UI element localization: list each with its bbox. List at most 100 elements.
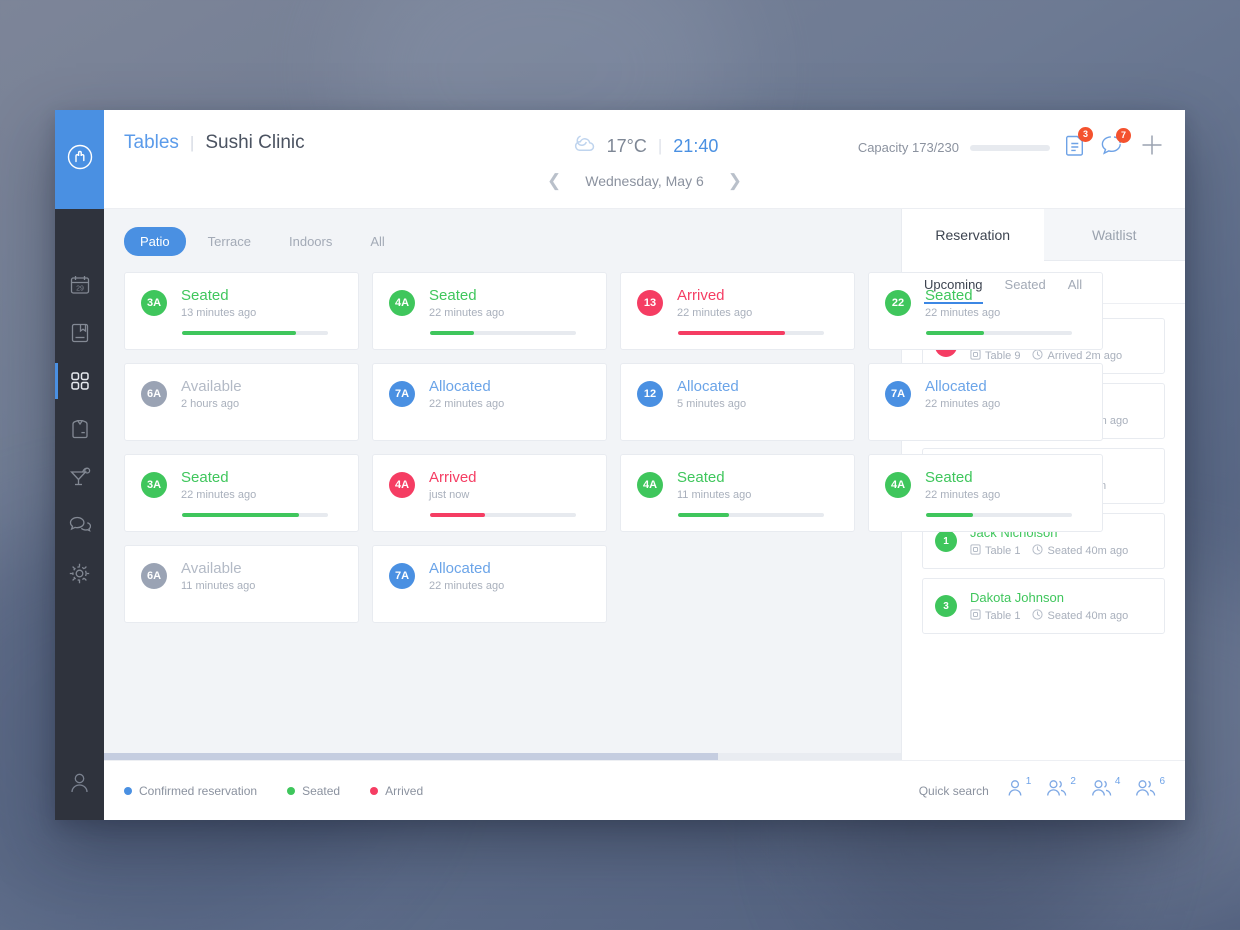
table-status: Arrived <box>429 469 477 486</box>
table-card[interactable]: 7A Allocated 22 minutes ago <box>372 545 607 623</box>
legend-item: Seated <box>287 784 340 798</box>
table-time: just now <box>429 489 470 501</box>
panel-tabs: Reservation Waitlist <box>902 209 1185 261</box>
moon-cloud-icon <box>571 133 598 159</box>
table-code-badge: 7A <box>885 381 911 407</box>
table-card-header: 7A Allocated 22 minutes ago <box>885 378 1086 410</box>
person-4-icon <box>1090 778 1114 803</box>
person-6-icon <box>1134 778 1158 803</box>
table-card-header: 7A Allocated 22 minutes ago <box>389 378 590 410</box>
table-card[interactable]: 3A Seated 22 minutes ago <box>124 454 359 532</box>
messages-badge: 7 <box>1116 128 1131 143</box>
table-time: 5 minutes ago <box>677 398 747 410</box>
chevron-right-icon[interactable]: ❯ <box>728 172 742 189</box>
table-status: Seated <box>677 469 725 486</box>
panel-subtab-seated[interactable]: Seated <box>1005 277 1046 303</box>
table-card-text: Arrived 22 minutes ago <box>677 287 752 319</box>
table-card[interactable]: 7A Allocated 22 minutes ago <box>868 363 1103 441</box>
table-time: 11 minutes ago <box>677 489 752 501</box>
table-card[interactable]: 4A Seated 22 minutes ago <box>868 454 1103 532</box>
table-card[interactable]: 6A Available 11 minutes ago <box>124 545 359 623</box>
quick-search-6[interactable]: 6 <box>1134 776 1165 803</box>
reservation-meta: Table 1 Seated 40m ago <box>970 543 1129 558</box>
table-status: Allocated <box>925 378 987 395</box>
sidebar-item-staff[interactable] <box>55 405 104 453</box>
notes-button[interactable]: 3 <box>1066 127 1093 161</box>
calendar-icon: 29 <box>69 274 91 296</box>
current-date: Wednesday, May 6 <box>585 172 704 189</box>
sidebar-item-calendar[interactable]: 29 <box>55 261 104 309</box>
sidebar-item-account[interactable] <box>55 750 104 820</box>
reservation-row[interactable]: 3 Dakota Johnson Table 1 Seated 40m ago <box>922 578 1165 634</box>
add-button[interactable] <box>1139 132 1165 163</box>
table-status: Allocated <box>429 560 491 577</box>
table-code-badge: 12 <box>637 381 663 407</box>
table-code-badge: 4A <box>389 290 415 316</box>
scrollbar-thumb[interactable] <box>104 753 718 760</box>
app-logo[interactable] <box>55 110 104 209</box>
panel-subtab-upcoming[interactable]: Upcoming <box>924 277 983 304</box>
reservation-table-label: Table 1 <box>985 544 1021 557</box>
table-card-text: Allocated 22 minutes ago <box>429 378 504 410</box>
reservation-status: Arrived 2m ago <box>1032 348 1122 363</box>
legend-dot <box>370 786 379 795</box>
scrollbar-track[interactable] <box>104 753 901 760</box>
area-filter-all[interactable]: All <box>354 227 400 256</box>
area-filter-tabs: Patio Terrace Indoors All <box>104 209 901 256</box>
table-card[interactable]: 6A Available 2 hours ago <box>124 363 359 441</box>
table-card[interactable]: 12 Allocated 5 minutes ago <box>620 363 855 441</box>
app-body: Patio Terrace Indoors All 3A Seated 13 minute… <box>104 209 1185 760</box>
table-card-text: Available 11 minutes ago <box>181 560 255 592</box>
area-filter-indoors[interactable]: Indoors <box>273 227 348 256</box>
table-time: 22 minutes ago <box>429 307 505 319</box>
svg-text:29: 29 <box>76 286 84 293</box>
table-card-text: Allocated 22 minutes ago <box>925 378 1000 410</box>
table-card[interactable]: 4A Seated 11 minutes ago <box>620 454 855 532</box>
status-legend: Confirmed reservation Seated Arrived <box>124 784 423 798</box>
panel-tab-waitlist[interactable]: Waitlist <box>1043 209 1185 261</box>
reservation-table: Table 1 <box>970 543 1021 558</box>
table-card-header: 6A Available 2 hours ago <box>141 378 342 410</box>
quick-search-1[interactable]: 1 <box>1005 776 1031 803</box>
sidebar-item-bar[interactable] <box>55 453 104 501</box>
quick-search-count: 2 <box>1070 776 1076 787</box>
table-card-header: 7A Allocated 22 minutes ago <box>389 560 590 592</box>
weather-clock: 17°C | 21:40 <box>571 133 719 159</box>
reservation-status-label: Seated 40m ago <box>1047 544 1129 557</box>
cocktail-icon <box>68 465 92 489</box>
table-card[interactable]: 7A Allocated 22 minutes ago <box>372 363 607 441</box>
breadcrumb-root[interactable]: Tables <box>124 132 179 154</box>
sidebar-item-messages[interactable] <box>55 501 104 549</box>
quick-search-count: 6 <box>1159 776 1165 787</box>
quick-search-4[interactable]: 4 <box>1090 776 1120 803</box>
app-window: 29 Tables | Sushi Clinic 17°C | 21:40 ❮ … <box>55 110 1185 820</box>
panel-subtab-all[interactable]: All <box>1068 277 1082 303</box>
messages-button[interactable]: 7 <box>1101 128 1131 160</box>
current-time: 21:40 <box>673 135 719 156</box>
area-filter-terrace[interactable]: Terrace <box>192 227 267 256</box>
sidebar-item-tables[interactable] <box>55 357 104 405</box>
sidebar-item-settings[interactable] <box>55 549 104 597</box>
app-footer: Confirmed reservation Seated Arrived Quick… <box>104 760 1185 820</box>
table-card-text: Allocated 22 minutes ago <box>429 560 504 592</box>
weather-divider: | <box>657 136 663 155</box>
table-progress-fill <box>926 331 985 335</box>
area-filter-patio[interactable]: Patio <box>124 227 186 256</box>
table-card[interactable]: 4A Seated 22 minutes ago <box>372 272 607 350</box>
horizontal-scrollbar[interactable] <box>104 753 901 760</box>
user-account-icon <box>68 771 91 800</box>
panel-tab-reservation[interactable]: Reservation <box>902 209 1044 261</box>
floor-area: Patio Terrace Indoors All 3A Seated 13 minute… <box>104 209 1103 760</box>
reservation-meta: Table 1 Seated 40m ago <box>970 608 1128 623</box>
table-card[interactable]: 3A Seated 13 minutes ago <box>124 272 359 350</box>
sidebar-item-saved[interactable] <box>55 309 104 357</box>
chevron-left-icon[interactable]: ❮ <box>547 172 561 189</box>
quick-search: Quick search 1 2 4 6 <box>919 776 1165 803</box>
quick-search-2[interactable]: 2 <box>1045 776 1076 803</box>
table-card[interactable]: 4A Arrived just now <box>372 454 607 532</box>
reservation-table-label: Table 1 <box>985 609 1021 622</box>
legend-label: Confirmed reservation <box>139 783 258 798</box>
table-card-text: Seated 13 minutes ago <box>181 287 256 319</box>
table-card[interactable]: 13 Arrived 22 minutes ago <box>620 272 855 350</box>
legend-item: Confirmed reservation <box>124 784 257 798</box>
